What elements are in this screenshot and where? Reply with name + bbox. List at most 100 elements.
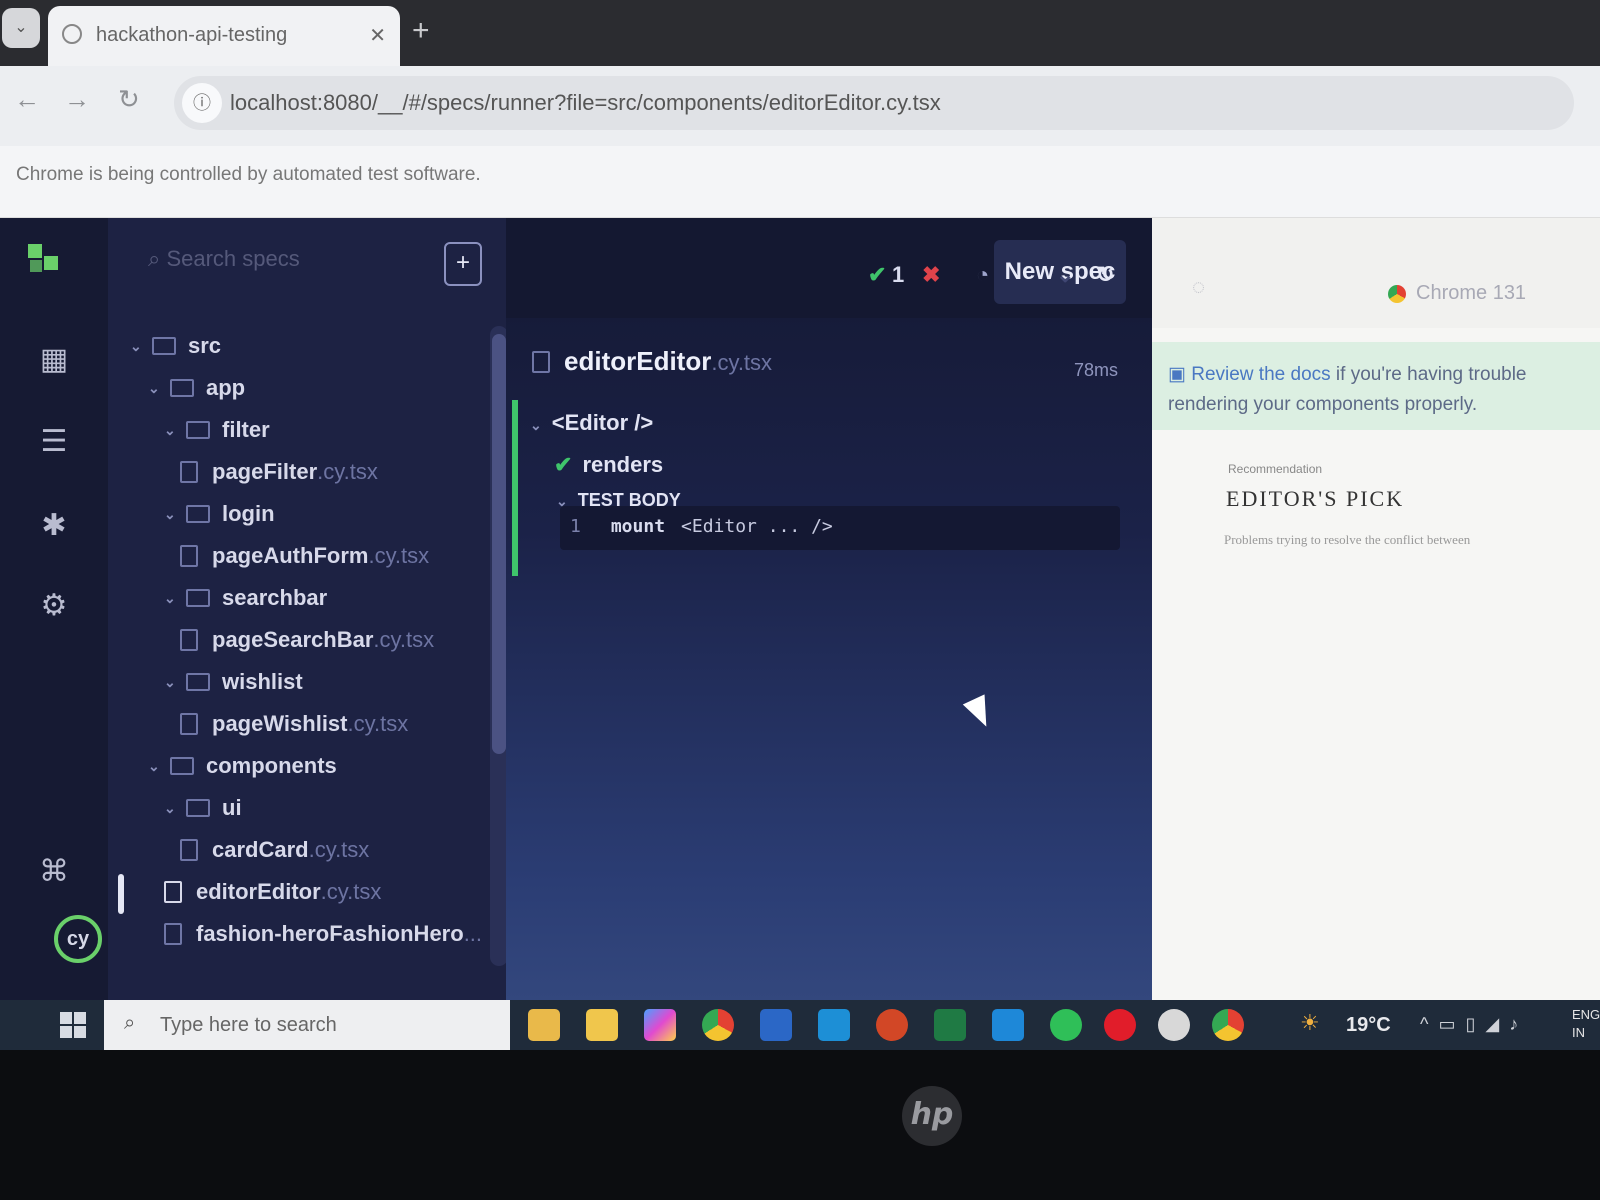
file-icon xyxy=(180,839,198,861)
tab-search-chevron-icon[interactable]: ⌄ xyxy=(2,8,40,48)
pending-spinner-icon: ◔ xyxy=(976,262,990,287)
tab-title: hackathon-api-testing xyxy=(96,24,288,46)
tree-item-name: editorEditor xyxy=(196,879,321,904)
address-bar[interactable]: ⓘ localhost:8080/__/#/specs/runner?file=… xyxy=(174,76,1574,130)
chrome-taskbar-icon[interactable] xyxy=(702,1009,734,1041)
cypress-taskbar-icon[interactable] xyxy=(1158,1009,1190,1041)
passed-check-icon: ✔ xyxy=(868,262,887,287)
specs-panel: ⌕ Search specs + ⌄ src ⌄ app ⌄ filter pageFilt… xyxy=(108,218,506,1000)
test-row[interactable]: ✔ renders xyxy=(554,452,663,478)
tree-item-name: searchbar xyxy=(222,585,328,610)
search-specs-input[interactable]: ⌕ Search specs xyxy=(148,246,300,272)
tree-spec-file[interactable]: pageWishlist .cy.tsx xyxy=(180,706,408,742)
reporter-header: New spec ✔ 1 ✖ ◔ ⌄ ↻ xyxy=(506,218,1152,318)
docs-link[interactable]: Review the docs xyxy=(1191,364,1330,385)
file-explorer-icon[interactable] xyxy=(528,1009,560,1041)
chrome-icon xyxy=(1388,284,1406,303)
aut-header: ◌ Chrome 131 xyxy=(1152,218,1600,328)
whatsapp-icon[interactable] xyxy=(1050,1009,1082,1041)
cypress-cy-icon[interactable]: cy xyxy=(54,915,102,963)
tree-item-name: pageWishlist xyxy=(212,711,348,736)
suite-row[interactable]: ⌄ <Editor /> xyxy=(530,410,653,436)
chevron-down-icon: ⌄ xyxy=(148,757,160,774)
word-icon[interactable] xyxy=(760,1009,792,1041)
chevron-down-icon: ⌄ xyxy=(164,421,176,438)
folder-icon xyxy=(186,421,210,439)
tree-spec-file[interactable]: pageFilter .cy.tsx xyxy=(180,454,378,490)
debug-bug-icon[interactable]: ✱ xyxy=(34,506,74,546)
vscode-icon[interactable] xyxy=(992,1009,1024,1041)
test-passed-check-icon: ✔ xyxy=(554,452,573,477)
keyboard-shortcuts-icon[interactable]: ⌘ xyxy=(34,852,74,892)
url-text: localhost:8080/__/#/specs/runner?file=sr… xyxy=(230,90,941,115)
specs-list-icon[interactable]: ▦ xyxy=(34,340,74,380)
chevron-down-icon: ⌄ xyxy=(130,337,142,354)
add-spec-plus-icon[interactable]: + xyxy=(444,242,482,286)
suite-title: <Editor /> xyxy=(551,410,654,435)
tree-spec-file[interactable]: cardCard .cy.tsx xyxy=(180,832,369,868)
taskbar-search-box[interactable]: ⌕ Type here to search xyxy=(104,1000,510,1050)
settings-gear-icon[interactable]: ⚙ xyxy=(34,586,74,626)
site-info-icon[interactable]: ⓘ xyxy=(182,83,222,123)
powerpoint-icon[interactable] xyxy=(876,1009,908,1041)
runs-list-icon[interactable]: ☰ xyxy=(34,422,74,462)
tree-item-extension: .cy.tsx xyxy=(373,627,435,652)
tree-spec-file[interactable]: pageSearchBar .cy.tsx xyxy=(180,622,434,658)
command-name: mount xyxy=(610,516,666,537)
windows-start-icon[interactable] xyxy=(60,1012,86,1038)
tree-item-extension: .cy.tsx xyxy=(317,459,378,484)
system-tray-icons[interactable]: ^▭▯◢♪ xyxy=(1420,1014,1528,1035)
tree-spec-file[interactable]: pageAuthForm .cy.tsx xyxy=(180,538,429,574)
tree-item-name: pageAuthForm xyxy=(212,543,369,568)
recording-icon[interactable] xyxy=(1104,1009,1136,1041)
file-icon xyxy=(164,881,182,903)
tree-spec-file-active[interactable]: editorEditor .cy.tsx xyxy=(164,874,381,910)
back-arrow-icon[interactable]: ← xyxy=(14,84,40,115)
temperature[interactable]: 19°C xyxy=(1346,1014,1391,1037)
language-indicator[interactable]: ENG IN xyxy=(1572,1006,1600,1042)
region-code: IN xyxy=(1572,1025,1585,1040)
tree-folder[interactable]: ⌄ login xyxy=(164,496,275,532)
chevron-down-icon: ⌄ xyxy=(164,673,176,690)
forward-arrow-icon[interactable]: → xyxy=(64,84,90,115)
new-tab-plus-icon[interactable]: + xyxy=(412,16,430,46)
cypress-app: ▦ ☰ ✱ ⚙ ⌘ cy ⌕ Search specs + ⌄ src ⌄ app ⌄ f… xyxy=(0,218,1600,1000)
browser-toolbar: ← → ↻ ⓘ localhost:8080/__/#/specs/runner… xyxy=(0,66,1600,146)
dropdown-chevron-icon[interactable]: ⌄ xyxy=(1056,262,1074,288)
tree-item-name: filter xyxy=(222,417,270,442)
rerun-refresh-icon[interactable]: ↻ xyxy=(1096,262,1114,288)
command-log-item[interactable]: 1 mount <Editor ... /> xyxy=(560,506,1120,550)
tree-folder[interactable]: ⌄ components xyxy=(148,748,337,784)
browser-selector[interactable]: Chrome 131 xyxy=(1388,282,1526,305)
editor-heading: EDITOR'S PICK xyxy=(1226,486,1405,511)
file-icon xyxy=(180,461,198,483)
file-icon xyxy=(180,713,198,735)
outlook-icon[interactable] xyxy=(818,1009,850,1041)
scrollbar-thumb[interactable] xyxy=(492,334,506,754)
copilot-icon[interactable] xyxy=(644,1009,676,1041)
tree-item-extension: .cy.tsx xyxy=(308,837,370,862)
tree-folder[interactable]: ⌄ app xyxy=(148,370,245,406)
tree-folder[interactable]: ⌄ ui xyxy=(164,790,242,826)
folder-icon xyxy=(170,379,194,397)
browser-tab[interactable]: hackathon-api-testing ✕ xyxy=(48,6,400,68)
tree-folder[interactable]: ⌄ filter xyxy=(164,412,270,448)
tree-item-name: components xyxy=(206,753,337,778)
reload-icon[interactable]: ↻ xyxy=(118,84,140,115)
browser-label: Chrome 131 xyxy=(1416,282,1527,304)
excel-icon[interactable] xyxy=(934,1009,966,1041)
tree-item-name: ui xyxy=(222,795,242,820)
selector-playground-icon[interactable]: ◌ xyxy=(1192,274,1205,300)
sticky-notes-icon[interactable] xyxy=(586,1009,618,1041)
chrome-active-taskbar-icon[interactable] xyxy=(1212,1009,1244,1041)
tree-folder[interactable]: ⌄ src xyxy=(130,328,221,364)
tree-folder[interactable]: ⌄ wishlist xyxy=(164,664,303,700)
tab-close-icon[interactable]: ✕ xyxy=(369,23,386,48)
weather-icon: ☀ xyxy=(1300,1010,1320,1035)
search-placeholder: Search specs xyxy=(166,246,300,271)
tree-spec-file[interactable]: fashion-heroFashionHero... xyxy=(164,916,482,952)
file-icon xyxy=(180,629,198,651)
tree-folder[interactable]: ⌄ searchbar xyxy=(164,580,327,616)
file-icon xyxy=(180,545,198,567)
tree-item-name: app xyxy=(206,375,246,400)
